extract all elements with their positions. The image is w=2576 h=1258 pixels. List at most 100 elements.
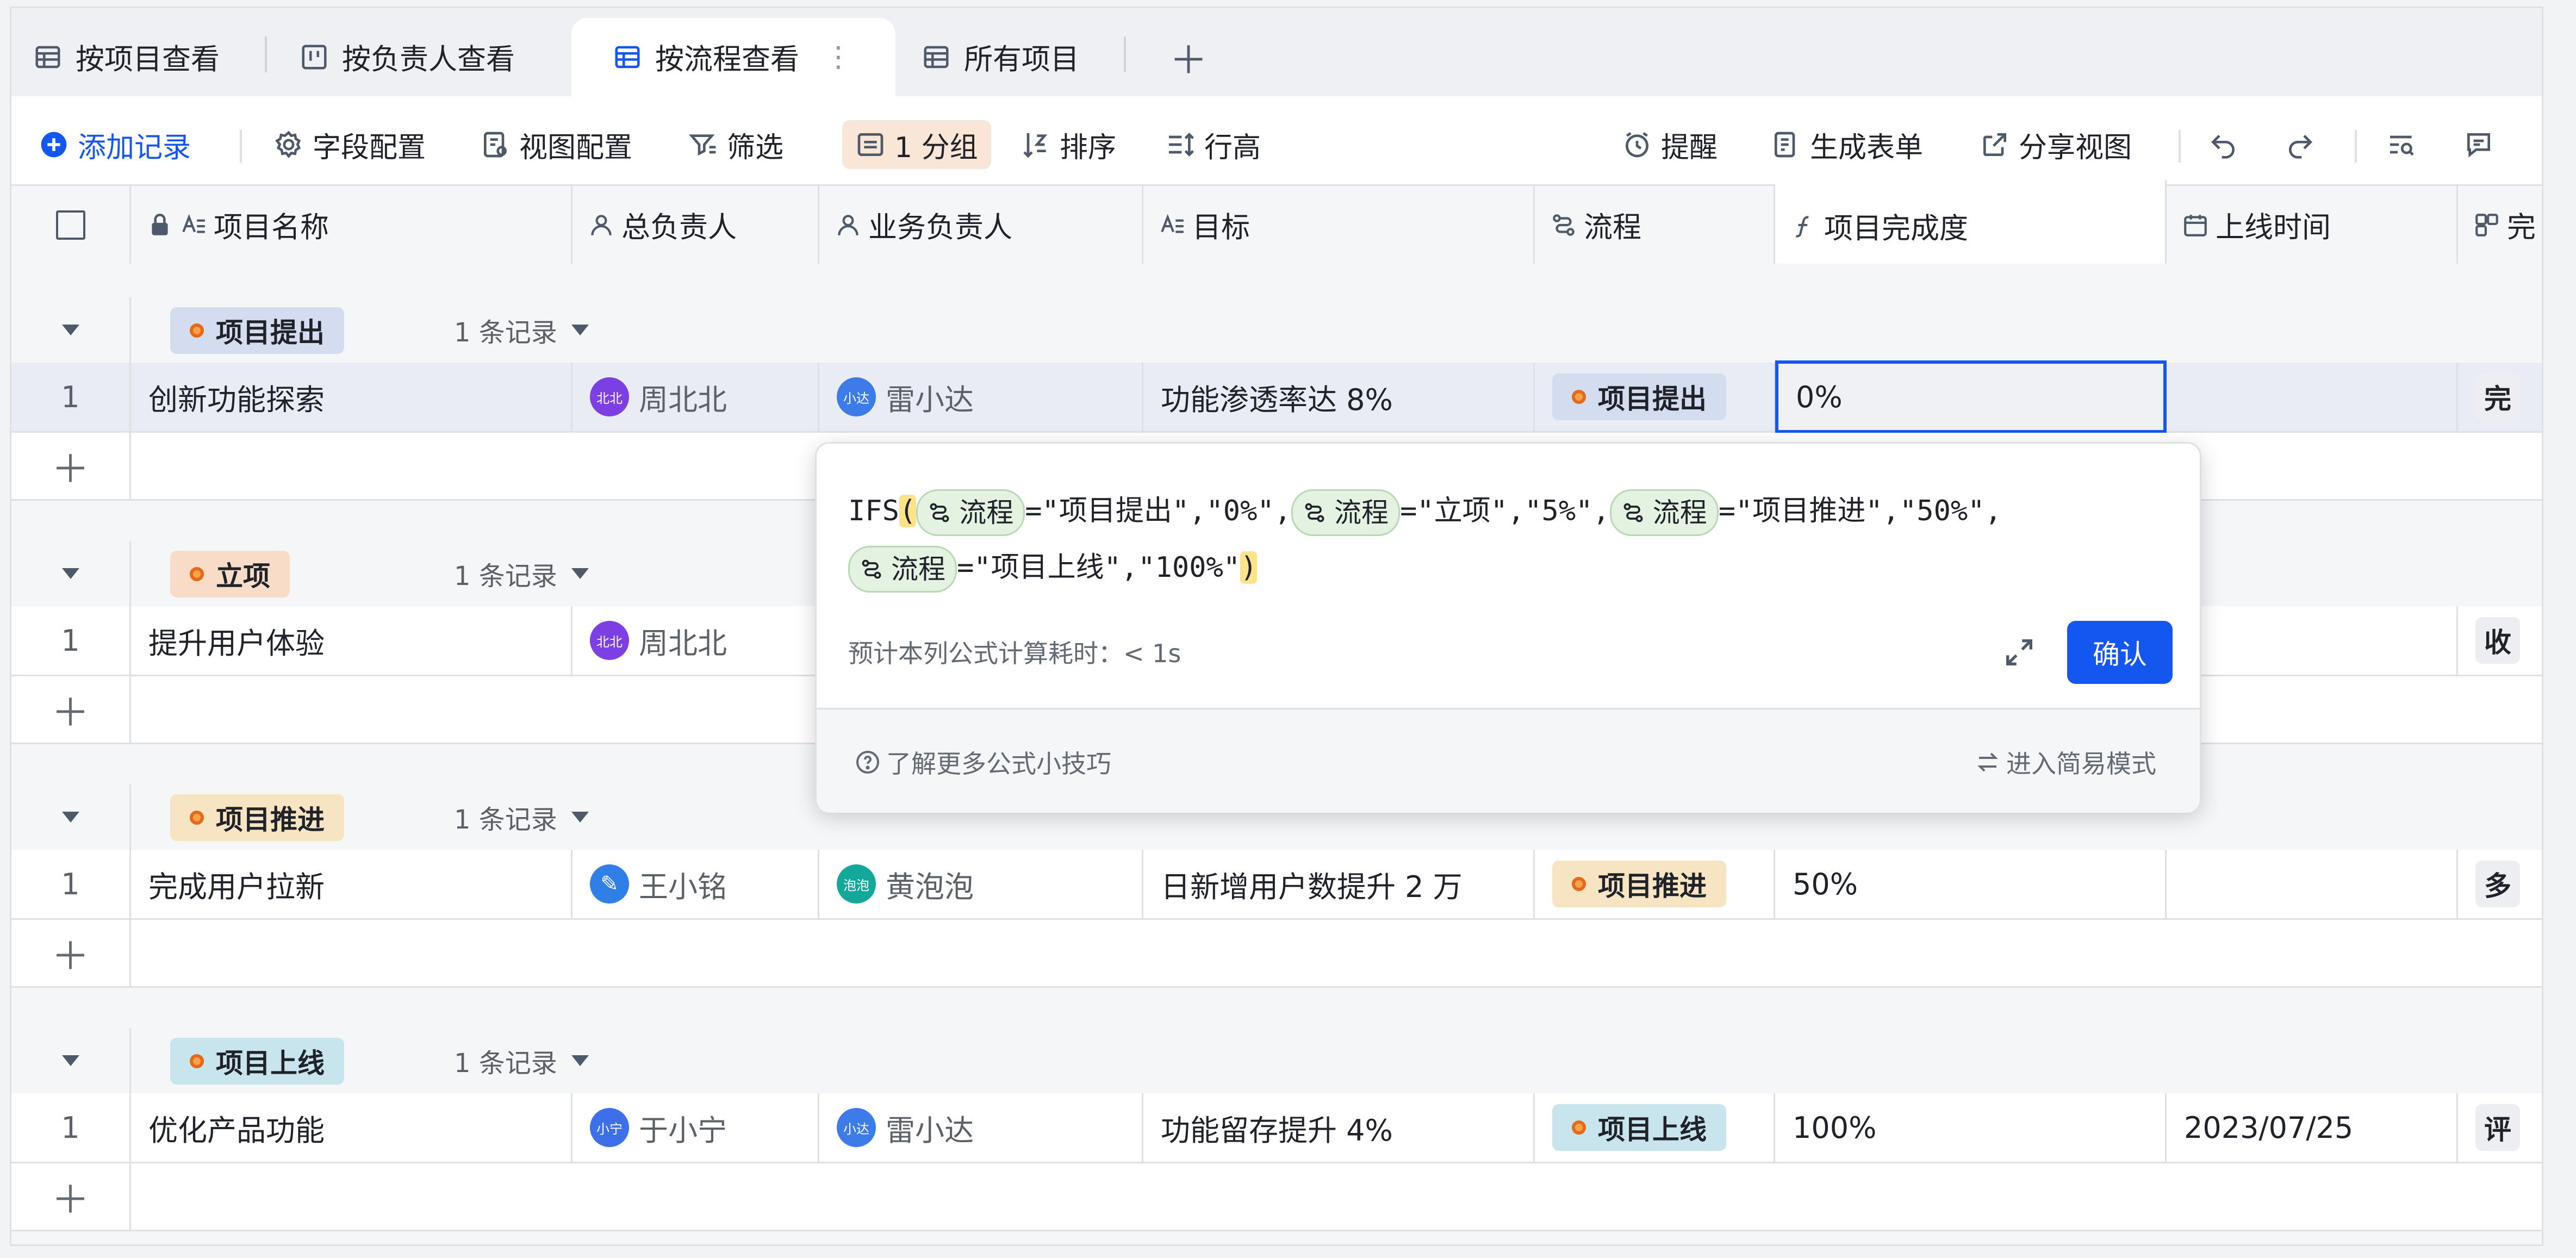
cell-goal[interactable]: 功能渗透率达 8% [1143, 363, 1535, 431]
remind-button[interactable]: 提醒 [1622, 120, 1718, 169]
toolbar: 添加记录 字段配置 视图配置 筛选 1 分组 排序 行高 提醒 生成表单 分享视… [11, 96, 2542, 191]
cell-completion-selected[interactable]: 0% [1775, 360, 2167, 433]
cell-project-name[interactable]: 创新功能探索 [131, 363, 573, 431]
field-token-label: 流程 [891, 553, 945, 585]
cell-project-name[interactable]: 提升用户体验 [131, 606, 573, 675]
cell-extra[interactable]: 收 [2458, 606, 2542, 675]
cell-completion[interactable]: 100% [1775, 1093, 2167, 1162]
undo-icon [2211, 135, 2235, 159]
cell-project-name[interactable]: 完成用户拉新 [131, 850, 573, 918]
column-header-launch-date[interactable]: 上线时间 [2167, 186, 2458, 264]
group-count[interactable]: 1 条记录 [454, 557, 589, 591]
collapse-group-toggle[interactable] [11, 297, 131, 363]
tab-all-projects[interactable]: 所有项目 [922, 18, 1079, 96]
select-all-checkbox[interactable] [55, 210, 85, 240]
add-row-plus-icon[interactable]: ＋ [11, 1163, 131, 1230]
cell-launch-date[interactable] [2167, 606, 2458, 675]
collapse-group-toggle[interactable] [11, 1028, 131, 1093]
sort-button[interactable]: 排序 [1021, 120, 1116, 169]
cell-project-name[interactable]: 优化产品功能 [131, 1093, 573, 1162]
column-header-extra[interactable]: 完 [2458, 186, 2542, 264]
field-config-button[interactable]: 字段配置 [273, 120, 426, 169]
formula-open-paren: ( [899, 495, 917, 527]
cell-extra[interactable]: 评 [2458, 1093, 2542, 1162]
undo-button[interactable] [2208, 120, 2247, 169]
cell-biz-owner[interactable]: 泡泡 黄泡泡 [819, 850, 1143, 918]
table-row[interactable]: 1 优化产品功能 小宁 于小宁 小达 雷小达 功能留存提升 4% 项目上线 100%… [11, 1093, 2542, 1163]
cell-flow[interactable]: 项目推进 [1535, 850, 1775, 918]
group-count[interactable]: 1 条记录 [454, 801, 589, 835]
add-row[interactable]: ＋ [11, 920, 2542, 988]
add-row-plus-icon[interactable]: ＋ [11, 433, 131, 499]
column-header-biz-owner[interactable]: 业务负责人 [819, 186, 1143, 264]
field-token[interactable]: 流程 [1609, 489, 1719, 536]
cell-biz-owner[interactable]: 小达 雷小达 [819, 363, 1143, 431]
cell-launch-date[interactable] [2167, 850, 2458, 918]
more-vertical-icon[interactable]: ⋮ [824, 41, 853, 73]
avatar: 小达 [837, 377, 876, 416]
row-height-button[interactable]: 行高 [1165, 120, 1261, 169]
add-record-button[interactable]: 添加记录 [39, 120, 191, 169]
add-view-button[interactable]: ＋ [1169, 18, 1208, 96]
cell-goal[interactable]: 日新增用户数提升 2 万 [1143, 850, 1535, 918]
cell-completion[interactable]: 50% [1775, 850, 2167, 918]
simple-mode-link[interactable]: 进入简易模式 [1975, 744, 2156, 780]
lock-icon [152, 214, 168, 235]
group-count-label: 1 条记录 [454, 805, 557, 835]
table-row[interactable]: 1 创新功能探索 北北 周北北 小达 雷小达 功能渗透率达 8% 项目提出 0% 完 [11, 360, 2542, 433]
tab-by-flow[interactable]: 按流程查看 ⋮ [571, 18, 895, 96]
column-header-completion[interactable]: 项目完成度 [1775, 180, 2167, 272]
formula-tips-link[interactable]: 了解更多公式小技巧 [855, 744, 1111, 780]
cell-owner[interactable]: 北北 周北北 [573, 606, 819, 675]
cell-extra[interactable]: 完 [2458, 363, 2542, 431]
table-row[interactable]: 1 完成用户拉新 ✎ 王小铭 泡泡 黄泡泡 日新增用户数提升 2 万 项目推进 50… [11, 850, 2542, 920]
cell-flow[interactable]: 项目提出 [1535, 363, 1775, 431]
field-token[interactable]: 流程 [916, 489, 1025, 536]
confirm-button[interactable]: 确认 [2067, 621, 2173, 684]
collapse-group-toggle[interactable] [11, 541, 131, 606]
expand-icon[interactable] [2002, 635, 2037, 670]
cell-extra[interactable]: 多 [2458, 850, 2542, 918]
redo-button[interactable] [2285, 120, 2324, 169]
tab-by-owner[interactable]: 按负责人查看 [300, 18, 515, 96]
cell-goal[interactable]: 功能留存提升 4% [1143, 1093, 1535, 1162]
select-all-checkbox-cell[interactable] [11, 186, 131, 264]
column-header-flow[interactable]: 流程 [1535, 186, 1775, 264]
generate-form-button[interactable]: 生成表单 [1771, 120, 1923, 169]
cell-owner[interactable]: 北北 周北北 [573, 363, 819, 431]
formula-input[interactable]: IFS(流程 ="项目提出","0%", 流程 ="立项","5%", 流程 ="项目推进… [848, 483, 2175, 596]
share-icon [1983, 133, 2006, 156]
group-count[interactable]: 1 条记录 [454, 1044, 589, 1079]
caret-down-icon [61, 568, 79, 579]
share-view-button[interactable]: 分享视图 [1980, 120, 2132, 169]
collapse-group-toggle[interactable] [11, 784, 131, 850]
cell-owner[interactable]: 小宁 于小宁 [573, 1093, 819, 1162]
column-header-owner[interactable]: 总负责人 [573, 186, 819, 264]
search-records-button[interactable] [2386, 120, 2425, 169]
column-header-project-name[interactable]: 项目名称 [131, 186, 573, 264]
add-row[interactable]: ＋ [11, 1163, 2542, 1231]
share-view-label: 分享视图 [2019, 131, 2132, 164]
filter-button[interactable]: 筛选 [688, 120, 783, 169]
text-field-icon [1161, 214, 1184, 233]
column-header-goal[interactable]: 目标 [1143, 186, 1535, 264]
caret-down-icon [571, 325, 589, 335]
tab-by-project[interactable]: 按项目查看 [33, 18, 220, 96]
group-count[interactable]: 1 条记录 [454, 314, 589, 348]
group-tag-label: 项目推进 [216, 804, 325, 836]
cell-owner[interactable]: ✎ 王小铭 [573, 850, 819, 918]
field-token[interactable]: 流程 [848, 546, 957, 593]
add-row-plus-icon[interactable]: ＋ [11, 920, 131, 986]
cell-biz-owner[interactable]: 小达 雷小达 [819, 1093, 1143, 1162]
cell-launch-date[interactable]: 2023/07/25 [2167, 1093, 2458, 1162]
comment-button[interactable] [2463, 120, 2503, 169]
field-token[interactable]: 流程 [1291, 489, 1400, 536]
cell-launch-date[interactable] [2167, 363, 2458, 431]
owner-name: 周北北 [639, 382, 727, 417]
cell-flow[interactable]: 项目上线 [1535, 1093, 1775, 1162]
group-button[interactable]: 1 分组 [842, 120, 991, 169]
view-config-button[interactable]: 视图配置 [480, 120, 632, 169]
add-row-plus-icon[interactable]: ＋ [11, 676, 131, 743]
sort-icon [1023, 133, 1048, 158]
caret-down-icon [571, 1055, 589, 1066]
